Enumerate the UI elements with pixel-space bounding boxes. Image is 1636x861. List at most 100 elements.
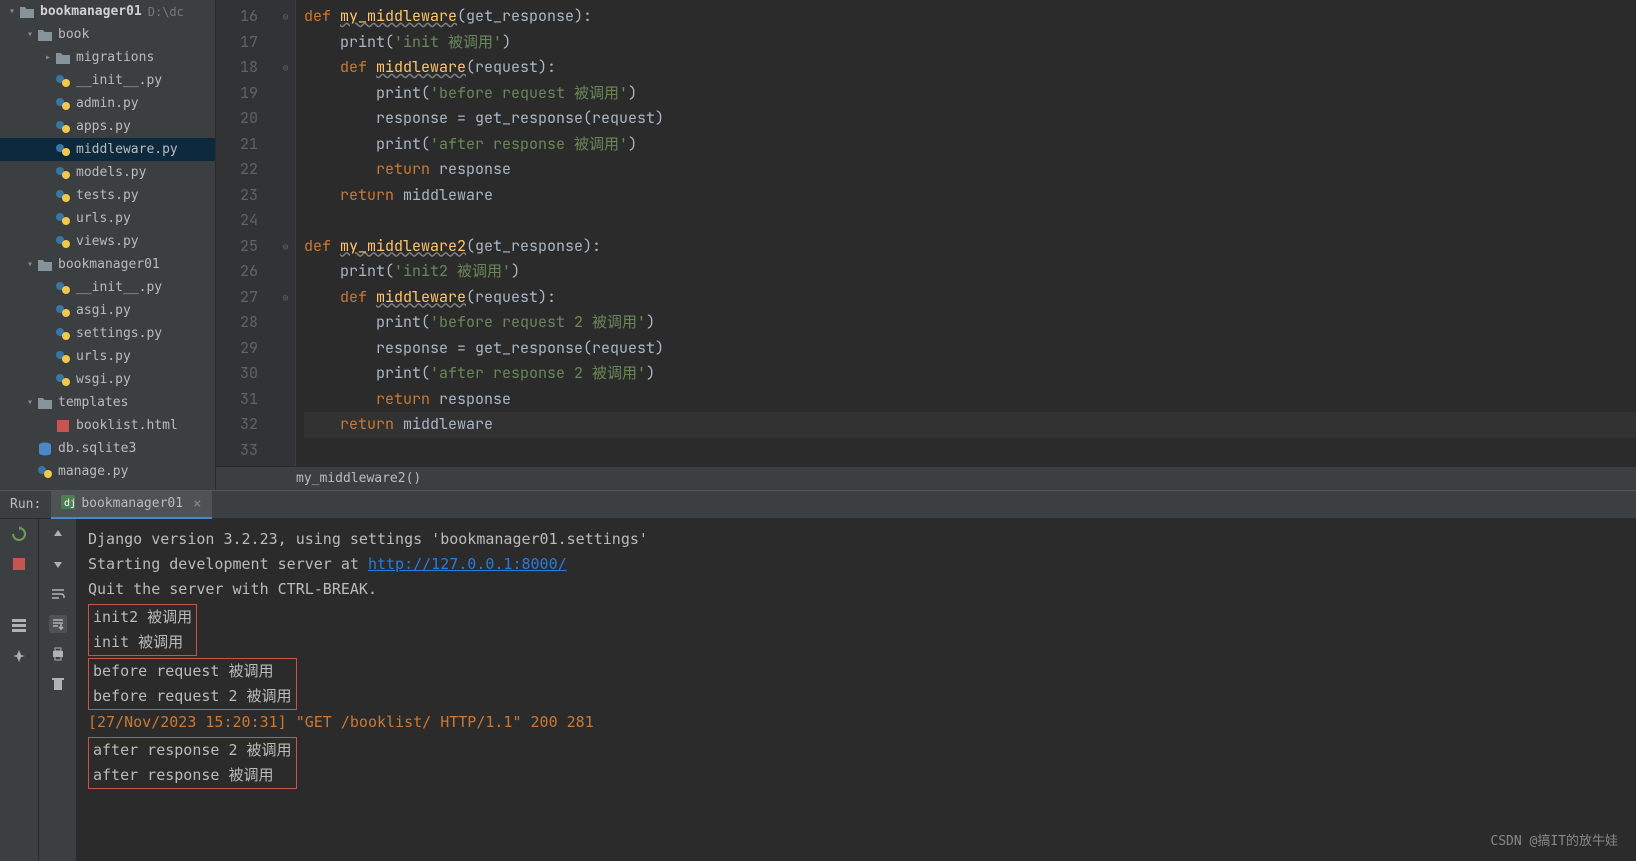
line-number[interactable]: 22 [216,157,258,183]
chevron-icon[interactable]: ▾ [6,6,18,17]
project-tree[interactable]: ▾bookmanager01D:\dc▾book▸migrations__ini… [0,0,216,490]
code-line[interactable]: print('before request 2 被调用') [304,310,1636,336]
code-line[interactable]: return response [304,157,1636,183]
code-line[interactable] [304,208,1636,234]
fold-marker[interactable] [276,361,295,387]
line-number[interactable]: 30 [216,361,258,387]
code-line[interactable]: def middleware(request): [304,285,1636,311]
line-number[interactable]: 23 [216,183,258,209]
line-number[interactable]: 33 [216,438,258,464]
fold-marker[interactable] [276,30,295,56]
fold-marker[interactable]: ⊖ [276,55,295,81]
code-line[interactable]: response = get_response(request) [304,106,1636,132]
tree-item-admin-py[interactable]: admin.py [0,92,215,115]
code-content[interactable]: def my_middleware(get_response): print('… [296,0,1636,466]
fold-marker[interactable] [276,208,295,234]
tree-item-wsgi-py[interactable]: wsgi.py [0,368,215,391]
line-number[interactable]: 21 [216,132,258,158]
code-line[interactable]: return response [304,387,1636,413]
line-number[interactable]: 27 [216,285,258,311]
wrap-icon[interactable] [49,585,67,603]
line-number[interactable]: 32 [216,412,258,438]
fold-marker[interactable]: ⊖ [276,285,295,311]
rerun-icon[interactable] [10,525,28,543]
trash-icon[interactable] [49,675,67,693]
line-number[interactable]: 25 [216,234,258,260]
line-number[interactable]: 18 [216,55,258,81]
fold-marker[interactable] [276,183,295,209]
line-number[interactable]: 16 [216,4,258,30]
fold-marker[interactable] [276,259,295,285]
tree-item-migrations[interactable]: ▸migrations [0,46,215,69]
line-number[interactable]: 31 [216,387,258,413]
tree-item-templates[interactable]: ▾templates [0,391,215,414]
console-output[interactable]: Django version 3.2.23, using settings 'b… [76,519,1636,861]
chevron-icon[interactable]: ▾ [24,29,36,40]
code-line[interactable]: def my_middleware(get_response): [304,4,1636,30]
folder-icon [36,257,54,273]
tree-item-book[interactable]: ▾book [0,23,215,46]
server-url-link[interactable]: http://127.0.0.1:8000/ [368,555,567,573]
fold-marker[interactable] [276,412,295,438]
code-line[interactable]: print('after response 被调用') [304,132,1636,158]
tree-item-__init__-py[interactable]: __init__.py [0,69,215,92]
up-icon[interactable] [49,525,67,543]
code-line[interactable]: return middleware [304,183,1636,209]
fold-marker[interactable]: ⊖ [276,4,295,30]
fold-column[interactable]: ⊖ ⊖ ⊖ ⊖ [276,0,296,466]
fold-marker[interactable] [276,387,295,413]
line-number[interactable]: 29 [216,336,258,362]
code-line[interactable]: print('init 被调用') [304,30,1636,56]
close-icon[interactable]: × [193,496,201,512]
tree-item-manage-py[interactable]: manage.py [0,460,215,483]
tree-item-bookmanager01[interactable]: ▾bookmanager01 [0,253,215,276]
tree-item-booklist-html[interactable]: booklist.html [0,414,215,437]
tree-item-settings-py[interactable]: settings.py [0,322,215,345]
tree-item-urls-py[interactable]: urls.py [0,345,215,368]
scroll-icon[interactable] [49,615,67,633]
chevron-icon[interactable]: ▸ [42,52,54,63]
code-line[interactable]: def middleware(request): [304,55,1636,81]
fold-marker[interactable] [276,157,295,183]
line-number[interactable]: 28 [216,310,258,336]
tree-item-middleware-py[interactable]: middleware.py [0,138,215,161]
tree-item-models-py[interactable]: models.py [0,161,215,184]
pin-icon[interactable] [10,647,28,665]
tree-item-__init__-py[interactable]: __init__.py [0,276,215,299]
chevron-icon[interactable]: ▾ [24,259,36,270]
fold-marker[interactable] [276,106,295,132]
line-number[interactable]: 24 [216,208,258,234]
tree-item-urls-py[interactable]: urls.py [0,207,215,230]
fold-marker[interactable] [276,438,295,464]
tree-item-asgi-py[interactable]: asgi.py [0,299,215,322]
code-line[interactable]: print('after response 2 被调用') [304,361,1636,387]
line-number[interactable]: 26 [216,259,258,285]
down-icon[interactable] [49,555,67,573]
line-number[interactable]: 20 [216,106,258,132]
code-line[interactable]: print('before request 被调用') [304,81,1636,107]
code-line[interactable] [304,438,1636,464]
fold-marker[interactable] [276,336,295,362]
code-line[interactable]: def my_middleware2(get_response): [304,234,1636,260]
print-icon[interactable] [49,645,67,663]
tree-item-apps-py[interactable]: apps.py [0,115,215,138]
tree-item-db-sqlite3[interactable]: db.sqlite3 [0,437,215,460]
code-line[interactable]: response = get_response(request) [304,336,1636,362]
line-number[interactable]: 19 [216,81,258,107]
layout-icon[interactable] [10,617,28,635]
fold-marker[interactable] [276,132,295,158]
tree-item-views-py[interactable]: views.py [0,230,215,253]
code-area[interactable]: 161718192021222324252627282930313233 ⊖⊖⊖… [216,0,1636,466]
fold-marker[interactable]: ⊖ [276,234,295,260]
tree-item-tests-py[interactable]: tests.py [0,184,215,207]
code-line[interactable]: return middleware [304,412,1636,438]
line-number[interactable]: 17 [216,30,258,56]
run-tab[interactable]: dj bookmanager01 × [51,491,211,519]
fold-marker[interactable] [276,81,295,107]
stop-icon[interactable] [10,555,28,573]
tree-item-bookmanager01[interactable]: ▾bookmanager01D:\dc [0,0,215,23]
code-line[interactable]: print('init2 被调用') [304,259,1636,285]
fold-marker[interactable] [276,310,295,336]
chevron-icon[interactable]: ▾ [24,397,36,408]
breadcrumb[interactable]: my_middleware2() [216,466,1636,490]
